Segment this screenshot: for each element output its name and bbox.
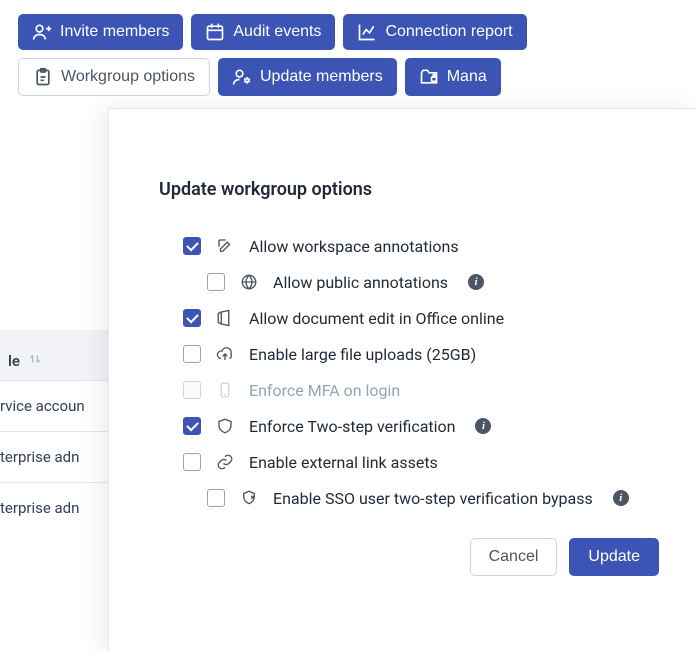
checkbox-external-link[interactable]	[183, 453, 201, 471]
connection-report-label: Connection report	[385, 22, 512, 41]
checkbox-office[interactable]	[183, 309, 201, 327]
update-members-label: Update members	[260, 67, 383, 86]
clipboard-icon	[33, 67, 53, 87]
option-office: Allow document edit in Office online	[183, 300, 667, 336]
table-column-header[interactable]: le	[0, 330, 115, 380]
table-row[interactable]: rvice accoun	[0, 380, 115, 431]
options-list: Allow workspace annotations Allow public…	[183, 228, 667, 516]
workgroup-options-label: Workgroup options	[61, 67, 195, 86]
shield-bypass-icon	[239, 488, 259, 508]
folder-lock-icon	[419, 67, 439, 87]
background-table: le rvice accoun terprise adn terprise ad…	[0, 330, 115, 533]
option-annotations: Allow workspace annotations	[183, 228, 667, 264]
column-label: le	[8, 352, 20, 370]
table-row[interactable]: terprise adn	[0, 482, 115, 533]
office-icon	[215, 308, 235, 328]
checkbox-sso-bypass[interactable]	[207, 489, 225, 507]
phone-icon	[215, 380, 235, 400]
info-icon[interactable]: i	[613, 490, 629, 506]
checkbox-mfa	[183, 381, 201, 399]
option-label: Allow workspace annotations	[249, 237, 459, 256]
chart-icon	[357, 22, 377, 42]
option-public-annotations: Allow public annotations i	[207, 264, 667, 300]
option-twostep: Enforce Two-step verification i	[183, 408, 667, 444]
option-label: Allow document edit in Office online	[249, 309, 504, 328]
option-mfa: Enforce MFA on login	[183, 372, 667, 408]
checkbox-twostep[interactable]	[183, 417, 201, 435]
users-icon	[32, 22, 52, 42]
update-members-button[interactable]: Update members	[218, 58, 397, 96]
option-large-upload: Enable large file uploads (25GB)	[183, 336, 667, 372]
option-label: Enable large file uploads (25GB)	[249, 345, 476, 364]
option-sso-bypass: Enable SSO user two-step verification by…	[207, 480, 667, 516]
pencil-icon	[215, 236, 235, 256]
cloud-upload-icon	[215, 344, 235, 364]
invite-members-label: Invite members	[60, 22, 169, 41]
option-label: Allow public annotations	[273, 273, 448, 292]
option-label: Enable external link assets	[249, 453, 438, 472]
audit-events-button[interactable]: Audit events	[191, 14, 335, 50]
modal-title: Update workgroup options	[159, 179, 667, 200]
user-gear-icon	[232, 67, 252, 87]
globe-icon	[239, 272, 259, 292]
info-icon[interactable]: i	[475, 418, 491, 434]
manage-label: Mana	[447, 67, 487, 86]
toolbar: Invite members Audit events Connection r…	[0, 0, 697, 96]
checkbox-large-upload[interactable]	[183, 345, 201, 363]
checkbox-annotations[interactable]	[183, 237, 201, 255]
option-label: Enforce Two-step verification	[249, 417, 455, 436]
modal-footer: Cancel Update	[139, 538, 667, 576]
option-label: Enforce MFA on login	[249, 381, 400, 400]
update-workgroup-options-modal: Update workgroup options Allow workspace…	[108, 108, 697, 652]
option-label: Enable SSO user two-step verification by…	[273, 489, 593, 508]
invite-members-button[interactable]: Invite members	[18, 14, 183, 50]
checkbox-public-annotations[interactable]	[207, 273, 225, 291]
link-icon	[215, 452, 235, 472]
calendar-icon	[205, 22, 225, 42]
shield-icon	[215, 416, 235, 436]
workgroup-options-button[interactable]: Workgroup options	[18, 58, 210, 96]
connection-report-button[interactable]: Connection report	[343, 14, 526, 50]
option-external-link: Enable external link assets	[183, 444, 667, 480]
cancel-button[interactable]: Cancel	[470, 538, 558, 576]
update-button[interactable]: Update	[569, 538, 659, 576]
manage-button[interactable]: Mana	[405, 58, 501, 96]
table-row[interactable]: terprise adn	[0, 431, 115, 482]
audit-events-label: Audit events	[233, 22, 321, 41]
sort-icon[interactable]	[28, 352, 42, 370]
info-icon[interactable]: i	[468, 274, 484, 290]
